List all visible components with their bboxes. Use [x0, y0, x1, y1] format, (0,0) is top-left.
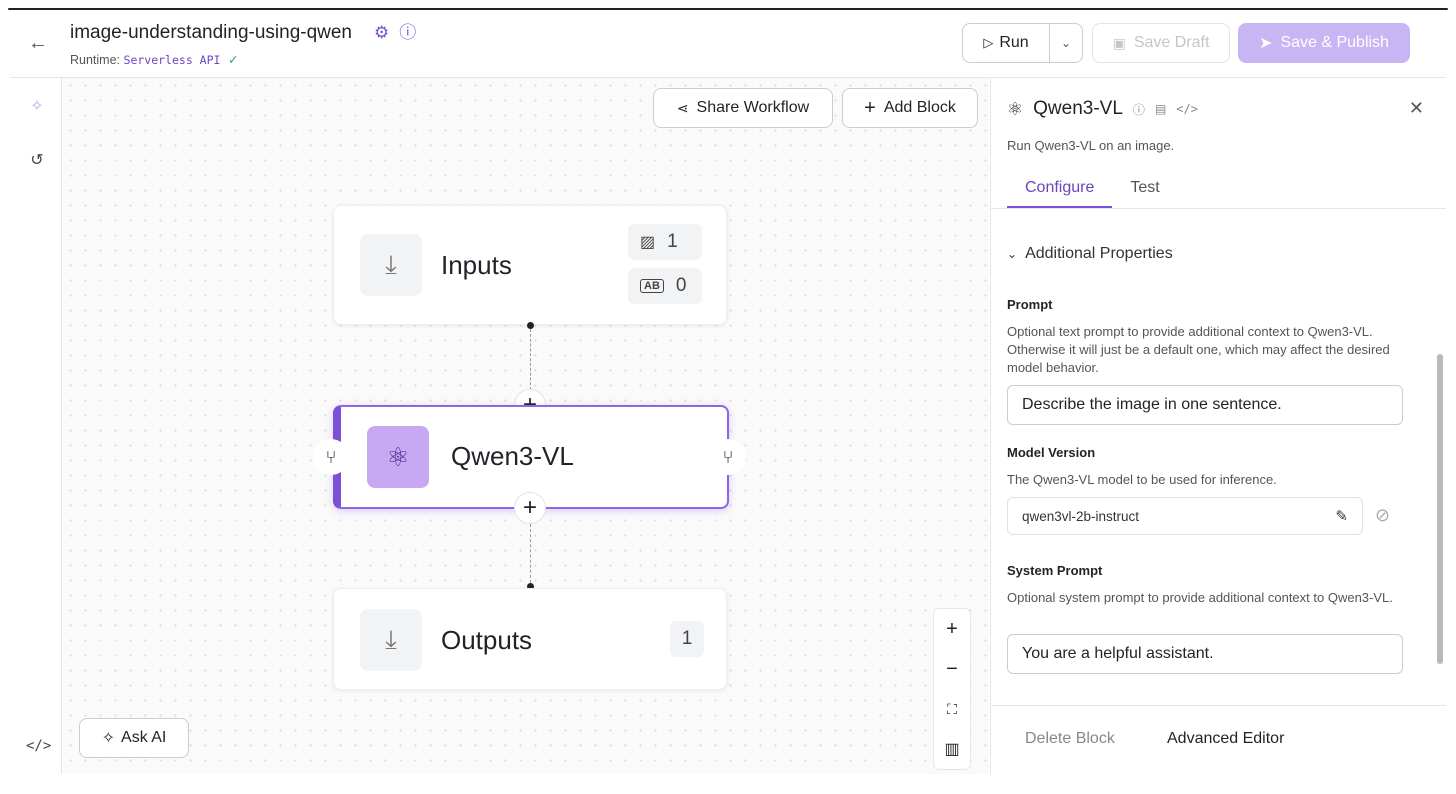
save-icon: ▣	[1112, 34, 1126, 51]
ask-ai-label: Ask AI	[121, 729, 167, 746]
minus-icon[interactable]: −	[934, 649, 970, 689]
close-icon[interactable]: ✕	[1409, 98, 1424, 119]
top-header: ← image-understanding-using-qwen ⚙ ⓘ Run…	[10, 10, 1446, 78]
workflow-title: image-understanding-using-qwen	[70, 22, 353, 43]
save-publish-label: Save & Publish	[1280, 34, 1389, 51]
code-icon[interactable]: </>	[26, 738, 51, 760]
run-label: Run	[999, 34, 1029, 51]
add-block-button[interactable]: + Add Block	[842, 88, 978, 128]
text-input-badge: AB 0	[628, 268, 702, 304]
workflow-canvas[interactable]: ⋖ Share Workflow + Add Block ⤓ Inputs ▨ …	[63, 78, 989, 774]
title-icons: ⚙ ⓘ	[374, 22, 416, 44]
run-dropdown-button[interactable]: ⌄	[1050, 24, 1082, 62]
image-input-badge: ▨ 1	[628, 224, 702, 260]
check-icon: ✓	[227, 53, 239, 67]
code-icon[interactable]: </>	[1176, 102, 1198, 116]
panel-tabs: Configure Test	[1007, 168, 1178, 208]
qwen-node-label: Qwen3-VL	[451, 441, 574, 471]
inputs-node[interactable]: ⤓ Inputs ▨ 1 AB 0	[333, 205, 727, 325]
prompt-description: Optional text prompt to provide addition…	[1007, 324, 1390, 375]
outputs-node-label: Outputs	[441, 625, 533, 655]
chevron-down-icon: ⌄	[1007, 247, 1018, 261]
download-icon: ⤓	[360, 609, 422, 671]
download-icon: ⤓	[360, 234, 422, 296]
advanced-editor-button[interactable]: Advanced Editor	[1167, 730, 1284, 748]
panel-footer: Delete Block Advanced Editor	[991, 705, 1446, 774]
system-prompt-label: System Prompt	[1007, 563, 1103, 578]
map-icon[interactable]: ▥	[934, 729, 970, 769]
add-block-label: Add Block	[883, 99, 956, 116]
model-version-value: qwen3vl-2b-instruct	[1022, 508, 1140, 524]
link-icon[interactable]: ⊘	[1375, 505, 1390, 526]
pencil-icon[interactable]: ✎	[1335, 507, 1348, 525]
add-step-plus-bottom[interactable]: +	[514, 492, 546, 524]
edge-line	[530, 329, 531, 395]
run-button-group: ▷ Run ⌄	[962, 23, 1083, 63]
send-icon: ➤	[1259, 35, 1273, 52]
save-draft-button[interactable]: ▣ Save Draft	[1092, 23, 1230, 63]
runtime-info: Runtime: Serverless API ✓	[70, 52, 238, 67]
runtime-label: Runtime:	[70, 53, 121, 67]
share-workflow-button[interactable]: ⋖ Share Workflow	[653, 88, 833, 128]
panel-header: ⚛ Qwen3-VL ⓘ ▤ </>	[1007, 98, 1198, 120]
image-count: 1	[667, 231, 678, 252]
inputs-node-label: Inputs	[441, 250, 512, 280]
block-config-panel: ⚛ Qwen3-VL ⓘ ▤ </> ✕ Run Qwen3-VL on an …	[990, 78, 1446, 774]
zoom-in-icon[interactable]: +	[934, 609, 970, 649]
app-window: ← image-understanding-using-qwen ⚙ ⓘ Run…	[10, 10, 1446, 774]
back-arrow-icon[interactable]: ←	[28, 32, 50, 54]
model-version-field[interactable]: qwen3vl-2b-instruct ✎	[1007, 497, 1363, 535]
share-icon: ⋖	[676, 99, 689, 116]
left-rail: ✧ ↺ </>	[10, 78, 62, 774]
ask-ai-button[interactable]: ✧ Ask AI	[79, 718, 189, 758]
sparkle-icon: ✧	[101, 730, 116, 747]
image-icon: ▨	[640, 234, 656, 251]
panel-scrollbar[interactable]	[1436, 209, 1444, 705]
save-draft-label: Save Draft	[1133, 34, 1210, 51]
doc-icon[interactable]: ▤	[1155, 102, 1166, 116]
model-atom-icon: ⚛	[367, 426, 429, 488]
outputs-node[interactable]: ⤓ Outputs 1	[333, 588, 727, 690]
connector-dot	[527, 322, 534, 329]
system-prompt-input[interactable]: You are a helpful assistant.	[1007, 634, 1403, 674]
text-count: 0	[675, 275, 687, 296]
prompt-label: Prompt	[1007, 297, 1053, 312]
section-title: Additional Properties	[1025, 245, 1173, 262]
gear-icon[interactable]: ⚙	[374, 22, 389, 44]
fit-view-icon[interactable]: ⛶	[934, 689, 970, 729]
additional-properties-toggle[interactable]: ⌄ Additional Properties	[1007, 245, 1173, 263]
help-icon[interactable]: ⓘ	[1133, 101, 1145, 118]
model-version-label: Model Version	[1007, 445, 1096, 460]
prompt-input[interactable]: Describe the image in one sentence.	[1007, 385, 1403, 425]
config-scroll-area[interactable]: ⌄ Additional Properties Prompt Optional …	[991, 209, 1437, 705]
edge-line	[530, 524, 531, 588]
tab-configure[interactable]: Configure	[1007, 168, 1113, 208]
play-icon: ▷	[983, 35, 994, 50]
panel-description: Run Qwen3-VL on an image.	[1007, 138, 1175, 153]
history-icon[interactable]: ↺	[26, 150, 48, 172]
tab-test[interactable]: Test	[1112, 168, 1177, 208]
system-prompt-description: Optional system prompt to provide additi…	[1007, 590, 1393, 605]
plus-icon: +	[864, 96, 876, 119]
branch-icon[interactable]: ⑂	[313, 439, 349, 475]
model-version-description: The Qwen3-VL model to be used for infere…	[1007, 472, 1277, 487]
save-publish-button[interactable]: ➤ Save & Publish	[1238, 23, 1410, 63]
model-atom-icon: ⚛	[1007, 98, 1024, 119]
outputs-count-badge: 1	[670, 621, 704, 657]
run-button[interactable]: ▷ Run	[963, 24, 1050, 62]
zoom-controls: + − ⛶ ▥	[933, 608, 971, 770]
runtime-value: Serverless API	[123, 53, 221, 67]
chevron-down-icon: ⌄	[1060, 36, 1072, 50]
scrollbar-thumb[interactable]	[1437, 354, 1443, 664]
delete-block-button[interactable]: Delete Block	[1025, 730, 1115, 748]
panel-title: Qwen3-VL	[1033, 98, 1123, 119]
share-label: Share Workflow	[696, 99, 810, 116]
help-icon[interactable]: ⓘ	[399, 22, 416, 44]
text-icon: AB	[640, 279, 664, 293]
branch-icon[interactable]: ⑂	[710, 439, 746, 475]
sparkle-icon[interactable]: ✧	[26, 96, 48, 118]
